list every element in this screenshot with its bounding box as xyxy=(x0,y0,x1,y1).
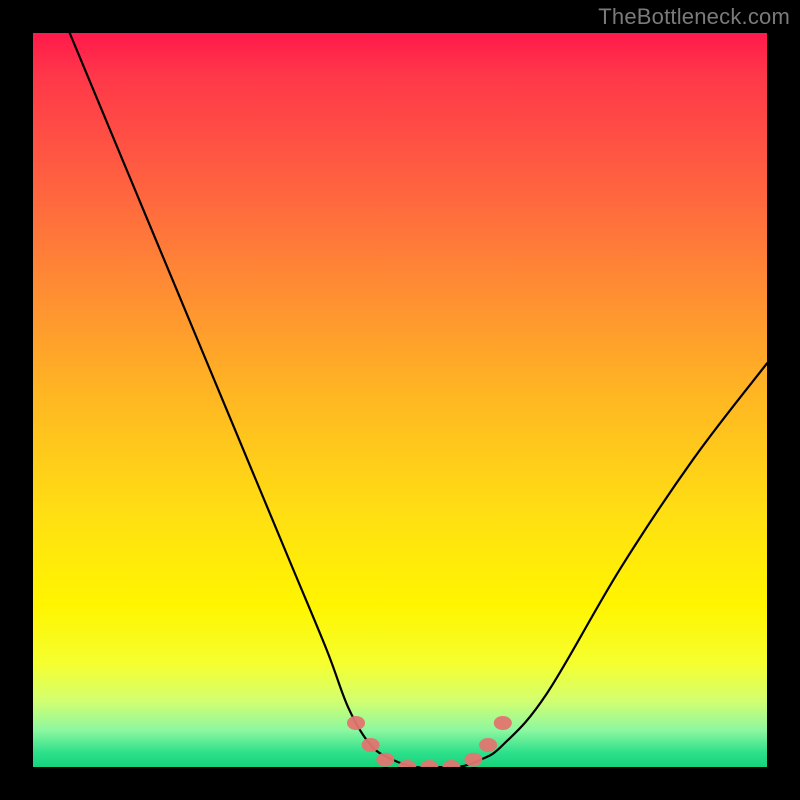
marker-left-knee-2 xyxy=(362,738,380,752)
marker-right-knee-2 xyxy=(479,738,497,752)
chart-frame: TheBottleneck.com xyxy=(0,0,800,800)
marker-flat-1 xyxy=(398,760,416,767)
watermark-text: TheBottleneck.com xyxy=(598,4,790,30)
plot-area xyxy=(33,33,767,767)
marker-right-knee-1 xyxy=(464,753,482,767)
marker-left-knee-1 xyxy=(347,716,365,730)
marker-left-knee-3 xyxy=(376,753,394,767)
curve-layer xyxy=(33,33,767,767)
marker-right-knee-3 xyxy=(494,716,512,730)
marker-flat-2 xyxy=(420,760,438,767)
marker-flat-3 xyxy=(442,760,460,767)
bottleneck-curve xyxy=(70,33,767,767)
